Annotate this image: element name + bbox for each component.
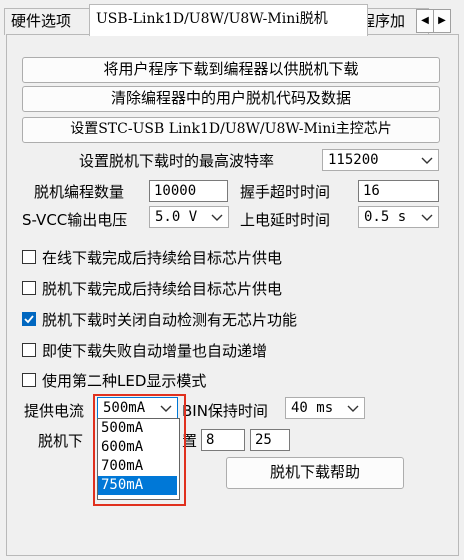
chevron-down-icon	[421, 157, 433, 164]
offline-count-input[interactable]: 10000	[149, 180, 228, 202]
tab-scroll-right-button[interactable]: ▶	[433, 9, 451, 33]
download-to-programmer-button[interactable]: 将用户程序下载到编程器以供脱机下载	[22, 57, 440, 83]
poweron-delay-label: 上电延时时间	[240, 211, 331, 229]
offline-position-input-2[interactable]: 25	[250, 429, 290, 451]
dropdown-option-600ma[interactable]: 600mA	[98, 438, 177, 457]
tab-scroll-left-button[interactable]: ◀	[416, 9, 434, 33]
supply-current-value: 500mA	[103, 400, 146, 416]
supply-current-label: 提供电流	[24, 402, 85, 420]
dropdown-option-500ma[interactable]: 500mA	[98, 419, 177, 438]
set-master-chip-button[interactable]: 设置STC-USB Link1D/U8W/U8W-Mini主控芯片	[22, 117, 440, 143]
offline-download-help-button[interactable]: 脱机下载帮助	[226, 457, 404, 489]
bin-hold-time-label: BIN保持时间	[182, 402, 268, 420]
chevron-down-icon	[421, 214, 433, 221]
checkbox-box[interactable]	[22, 373, 36, 387]
poweron-delay-select[interactable]: 0.5 s	[358, 206, 439, 228]
tab-label: USB-Link1D/U8W/U8W-Mini脱机	[96, 11, 328, 27]
svcc-voltage-label: S-VCC输出电压	[22, 211, 128, 229]
checkbox-label: 即使下载失败自动增量也自动递增	[42, 342, 268, 360]
dropdown-option-700ma[interactable]: 700mA	[98, 457, 177, 476]
svcc-voltage-value: 5.0 V	[155, 209, 198, 225]
chevron-down-icon	[160, 405, 172, 412]
chevron-right-icon: ▶	[438, 15, 446, 26]
clear-programmer-button[interactable]: 清除编程器中的用户脱机代码及数据	[22, 86, 440, 112]
checkbox-label: 脱机下载时关闭自动检测有无芯片功能	[42, 311, 298, 329]
checkbox-label: 在线下载完成后持续给目标芯片供电	[42, 249, 283, 267]
bin-hold-time-select[interactable]: 40 ms	[285, 397, 365, 419]
checkbox-label: 脱机下载完成后持续给目标芯片供电	[42, 280, 283, 298]
offline-position-label-tail: 置	[182, 432, 198, 450]
chevron-down-icon	[347, 405, 359, 412]
supply-current-select[interactable]: 500mA	[97, 397, 178, 419]
offline-position-label: 脱机下	[38, 432, 84, 450]
max-baud-value: 115200	[328, 152, 379, 168]
max-baud-select[interactable]: 115200	[322, 149, 439, 171]
checkbox-label: 使用第二种LED显示模式	[42, 372, 207, 390]
bin-hold-time-value: 40 ms	[291, 400, 334, 416]
chevron-left-icon: ◀	[421, 15, 429, 26]
checkbox-box-checked[interactable]	[22, 312, 36, 326]
offline-count-label: 脱机编程数量	[34, 183, 125, 201]
tab-usb-link-offline[interactable]: USB-Link1D/U8W/U8W-Mini脱机	[89, 4, 368, 36]
chevron-down-icon	[211, 214, 223, 221]
supply-current-dropdown[interactable]: 500mA 600mA 700mA 750mA	[97, 418, 180, 500]
svcc-voltage-select[interactable]: 5.0 V	[149, 206, 229, 228]
checkbox-box[interactable]	[22, 250, 36, 264]
checkbox-box[interactable]	[22, 343, 36, 357]
handshake-timeout-input[interactable]: 16	[358, 180, 439, 202]
checkmark-icon	[24, 315, 34, 324]
poweron-delay-value: 0.5 s	[364, 209, 407, 225]
max-baud-label: 设置脱机下载时的最高波特率	[79, 152, 275, 170]
tab-label: 硬件选项	[11, 12, 72, 30]
checkbox-box[interactable]	[22, 281, 36, 295]
dropdown-option-750ma[interactable]: 750mA	[98, 476, 177, 495]
offline-position-input-1[interactable]: 8	[201, 429, 245, 451]
handshake-timeout-label: 握手超时时间	[240, 183, 331, 201]
